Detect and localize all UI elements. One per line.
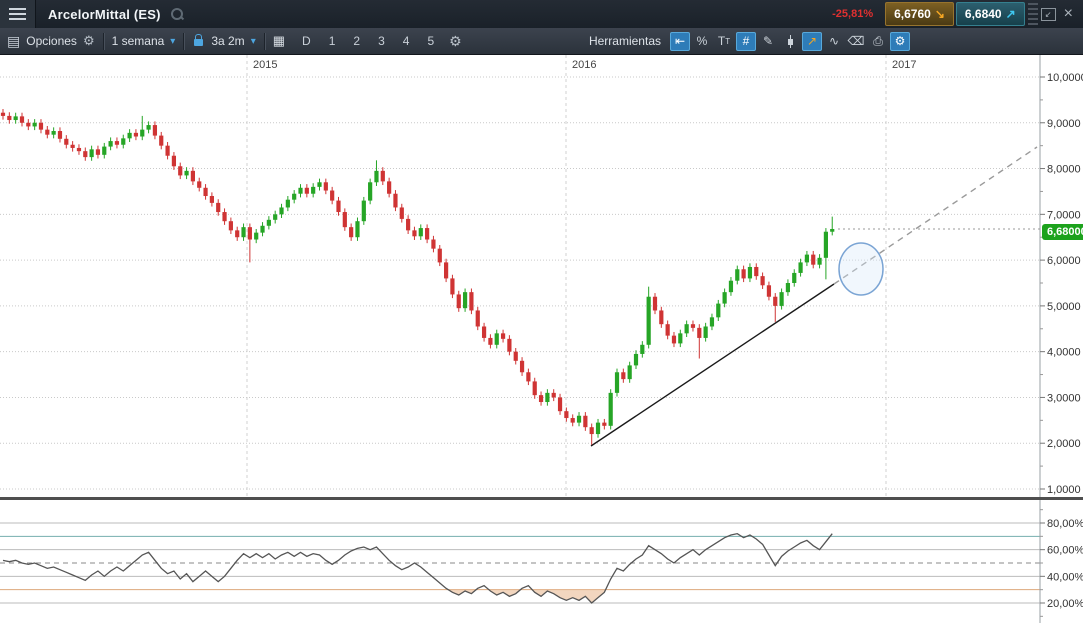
price-axis-label: 5,0000 xyxy=(1047,301,1081,313)
edit-settings-icon[interactable]: ⚙ xyxy=(890,32,910,51)
price-axis-label: 2,0000 xyxy=(1047,438,1081,450)
buy-button[interactable]: 6,6840 ↗ xyxy=(956,2,1025,26)
price-axis-label: 6,0000 xyxy=(1047,255,1081,267)
indicator-axis-label: 80,00% xyxy=(1047,518,1083,530)
chevron-down-icon[interactable]: ▾ xyxy=(170,36,175,47)
percent-tool-icon[interactable]: % xyxy=(692,32,712,51)
print-icon[interactable]: ⎙ xyxy=(868,32,888,51)
buy-price: 6,6840 xyxy=(965,7,1002,21)
top-bar: ArcelorMittal (ES) -25,81% 6,6760 ↘ 6,68… xyxy=(0,0,1083,28)
crosshair-tool-icon[interactable]: # xyxy=(736,32,756,51)
sell-arrow-icon: ↘ xyxy=(935,7,945,21)
indicator-panel[interactable]: 80,00% 60,00% 40,00% 20,00% xyxy=(0,500,1083,623)
options-gear-icon[interactable]: ⚙ xyxy=(83,33,95,49)
draw-tool-icon[interactable]: ✎ xyxy=(758,32,778,51)
chart-window: ArcelorMittal (ES) -25,81% 6,6760 ↘ 6,68… xyxy=(0,0,1083,623)
indicator-axis-label: 40,00% xyxy=(1047,571,1083,583)
drag-grip[interactable] xyxy=(1028,3,1038,25)
list-icon[interactable]: ▤ xyxy=(7,33,20,50)
period-button-2[interactable]: 2 xyxy=(346,32,367,50)
candlestick-tool-icon[interactable] xyxy=(780,32,800,51)
periods-gear-icon[interactable]: ⚙ xyxy=(449,33,462,50)
calendar-icon[interactable]: ▦ xyxy=(273,33,285,49)
price-axis-label: 7,0000 xyxy=(1047,209,1081,221)
indicator-tool-icon[interactable]: ∿ xyxy=(824,32,844,51)
search-icon[interactable] xyxy=(171,8,184,21)
oscillator-line xyxy=(3,534,832,603)
indicator-axis-label: 60,00% xyxy=(1047,545,1083,557)
price-axis-label: 9,0000 xyxy=(1047,118,1081,130)
buy-arrow-icon: ↗ xyxy=(1006,7,1016,21)
popout-icon[interactable]: ↙ xyxy=(1041,8,1056,21)
cursor-tool-icon[interactable]: ⇤ xyxy=(670,32,690,51)
main-chart[interactable]: 2015 2016 2017 10,0000 9,0000 8,0000 7,0000 6,0… xyxy=(0,55,1083,498)
period-button-5[interactable]: 5 xyxy=(420,32,441,50)
chart-mode-icon[interactable]: ↗ xyxy=(802,32,822,51)
price-axis-label: 10,0000 xyxy=(1047,72,1083,84)
close-icon[interactable]: × xyxy=(1064,6,1073,22)
year-label: 2015 xyxy=(253,59,277,71)
hamburger-menu-icon[interactable] xyxy=(0,0,36,28)
period-button-3[interactable]: 3 xyxy=(371,32,392,50)
eraser-tool-icon[interactable]: ⌫ xyxy=(846,32,866,51)
timeframe-dropdown[interactable]: 1 semana xyxy=(112,34,165,48)
change-percent: -25,81% xyxy=(832,8,873,20)
period-button-4[interactable]: 4 xyxy=(396,32,417,50)
chevron-down-icon[interactable]: ▾ xyxy=(251,36,256,47)
tools-label: Herramientas xyxy=(589,34,661,48)
lock-icon[interactable] xyxy=(194,39,203,46)
price-axis-label: 8,0000 xyxy=(1047,164,1081,176)
options-button[interactable]: Opciones xyxy=(26,34,77,48)
annotation-circle xyxy=(839,243,883,295)
year-label: 2016 xyxy=(572,59,596,71)
range-dropdown[interactable]: 3a 2m xyxy=(211,34,244,48)
instrument-title: ArcelorMittal (ES) xyxy=(48,7,161,22)
period-button-D[interactable]: D xyxy=(295,32,318,50)
period-button-1[interactable]: 1 xyxy=(322,32,343,50)
price-axis-label: 4,0000 xyxy=(1047,347,1081,359)
indicator-axis-label: 20,00% xyxy=(1047,598,1083,610)
price-axis-label: 1,0000 xyxy=(1047,484,1081,496)
year-label: 2017 xyxy=(892,59,916,71)
chart-toolbar: ▤ Opciones ⚙ 1 semana ▾ 3a 2m ▾ ▦ D12345… xyxy=(0,28,1083,55)
text-tool-icon[interactable]: TT xyxy=(714,32,734,51)
period-buttons: D12345 xyxy=(295,32,441,50)
price-axis-label: 3,0000 xyxy=(1047,392,1081,404)
sell-button[interactable]: 6,6760 ↘ xyxy=(885,2,954,26)
sell-price: 6,6760 xyxy=(894,7,931,21)
last-price-tag: 6,68000 xyxy=(1042,224,1083,240)
